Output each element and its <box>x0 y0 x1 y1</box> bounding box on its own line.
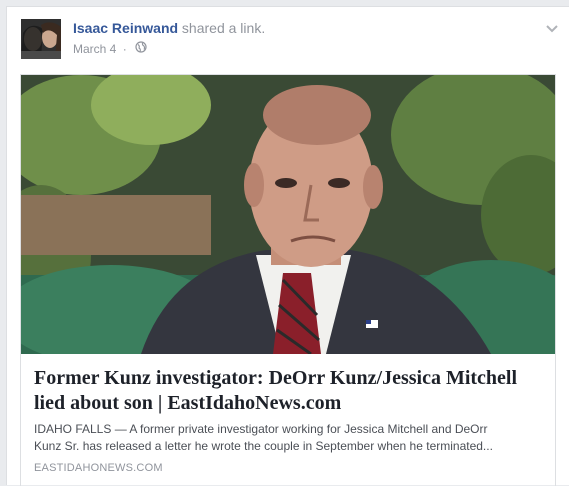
link-preview-image[interactable] <box>21 75 555 354</box>
action-text: shared a link. <box>178 20 266 36</box>
link-description-line: Kunz Sr. has released a letter he wrote … <box>34 439 493 453</box>
link-description-line: IDAHO FALLS — A former private investiga… <box>34 422 488 436</box>
link-source-domain: EASTIDAHONEWS.COM <box>34 462 163 474</box>
post-meta: March 4 · <box>73 41 147 56</box>
avatar[interactable] <box>21 19 61 59</box>
link-title[interactable]: Former Kunz investigator: DeOrr Kunz/Jes… <box>34 366 544 416</box>
chevron-down-icon[interactable] <box>545 21 559 33</box>
actor-name-link[interactable]: Isaac Reinwand <box>73 20 178 36</box>
link-preview[interactable]: Former Kunz investigator: DeOrr Kunz/Jes… <box>20 74 556 486</box>
post-card: Isaac Reinwand shared a link. March 4 · <box>6 6 569 486</box>
post-date-link[interactable]: March 4 <box>73 42 116 56</box>
globe-icon[interactable] <box>135 41 147 56</box>
separator-dot: · <box>122 42 127 56</box>
link-title-line[interactable]: Former Kunz investigator: DeOrr Kunz/Jes… <box>34 366 544 391</box>
post-header: Isaac Reinwand shared a link. <box>73 20 265 38</box>
link-description: IDAHO FALLS — A former private investiga… <box>34 421 549 455</box>
link-title-line[interactable]: lied about son | EastIdahoNews.com <box>34 391 544 416</box>
